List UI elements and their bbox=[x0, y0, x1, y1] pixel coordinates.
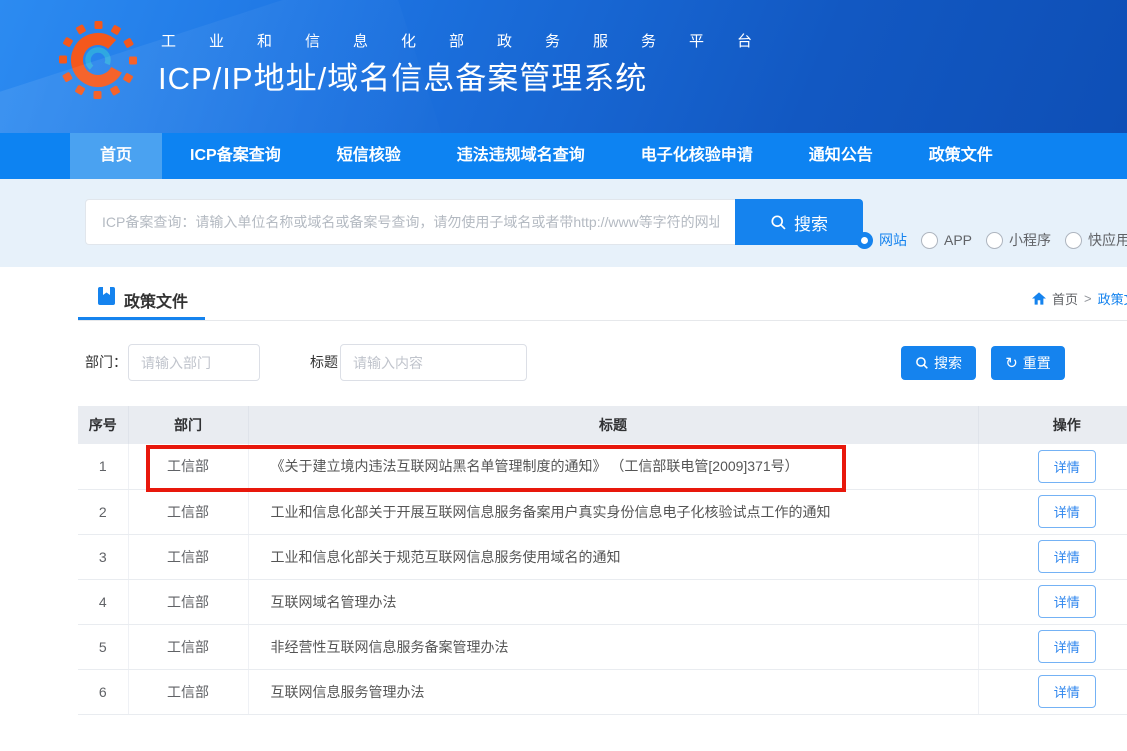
section-divider bbox=[78, 320, 1127, 321]
page: 工业和信息化部政务服务平台 ICP/IP地址/域名信息备案管理系统 首页 ICP… bbox=[0, 0, 1127, 751]
row-dept: 工信部 bbox=[128, 579, 248, 624]
nav-item-e-verify-apply[interactable]: 电子化核验申请 bbox=[613, 133, 781, 179]
table-row: 2 工信部 工业和信息化部关于开展互联网信息服务备案用户真实身份信息电子化核验试… bbox=[78, 489, 1127, 534]
radio-app-label: APP bbox=[944, 232, 972, 248]
header-title: ICP/IP地址/域名信息备案管理系统 bbox=[158, 53, 647, 98]
filter-row: 部门： 标题： 搜索 ↻ 重置 bbox=[0, 322, 1127, 406]
col-header-dept: 部门 bbox=[128, 406, 248, 444]
col-header-title: 标题 bbox=[248, 406, 978, 444]
radio-mini-program[interactable]: 小程序 bbox=[986, 230, 1051, 250]
table-row: 4 工信部 互联网域名管理办法 详情 bbox=[78, 579, 1127, 624]
row-title: 互联网域名管理办法 bbox=[248, 579, 978, 624]
row-dept: 工信部 bbox=[128, 444, 248, 489]
detail-button[interactable]: 详情 bbox=[1038, 495, 1096, 528]
row-no: 1 bbox=[78, 444, 128, 489]
table-row: 3 工信部 工业和信息化部关于规范互联网信息服务使用域名的通知 详情 bbox=[78, 534, 1127, 579]
radio-app[interactable]: APP bbox=[921, 232, 972, 249]
miit-logo-icon bbox=[58, 20, 138, 100]
row-dept: 工信部 bbox=[128, 669, 248, 714]
title-filter-input[interactable] bbox=[340, 344, 527, 381]
table-header-row: 序号 部门 标题 操作 bbox=[78, 406, 1127, 444]
radio-unselected-icon bbox=[921, 232, 938, 249]
table-row: 6 工信部 互联网信息服务管理办法 详情 bbox=[78, 669, 1127, 714]
radio-unselected-icon bbox=[986, 232, 1003, 249]
radio-quick-app-label: 快应用 bbox=[1088, 230, 1127, 250]
icp-search-strip: 搜索 网站 APP 小程序 快应用 bbox=[0, 179, 1127, 267]
row-title: 工业和信息化部关于开展互联网信息服务备案用户真实身份信息电子化核验试点工作的通知 bbox=[248, 489, 978, 534]
breadcrumb-separator: > bbox=[1084, 291, 1092, 306]
row-no: 6 bbox=[78, 669, 128, 714]
section-title: 政策文件 bbox=[124, 288, 188, 312]
detail-button[interactable]: 详情 bbox=[1038, 675, 1096, 708]
radio-unselected-icon bbox=[1065, 232, 1082, 249]
row-dept: 工信部 bbox=[128, 534, 248, 579]
detail-button[interactable]: 详情 bbox=[1038, 540, 1096, 573]
reset-icon: ↻ bbox=[1005, 356, 1018, 371]
search-type-radio-group: 网站 APP 小程序 快应用 bbox=[856, 230, 1127, 250]
col-header-no: 序号 bbox=[78, 406, 128, 444]
detail-button[interactable]: 详情 bbox=[1038, 585, 1096, 618]
radio-selected-icon bbox=[856, 232, 873, 249]
icp-search-box: 搜索 bbox=[85, 199, 863, 245]
breadcrumb-home-link[interactable]: 首页 bbox=[1052, 289, 1078, 308]
radio-website-label: 网站 bbox=[879, 230, 907, 250]
row-no: 3 bbox=[78, 534, 128, 579]
filter-search-label: 搜索 bbox=[934, 353, 962, 373]
filter-reset-label: 重置 bbox=[1023, 353, 1051, 373]
table-row: 1 工信部 《关于建立境内违法互联网站黑名单管理制度的通知》 （工信部联电管[2… bbox=[78, 444, 1127, 489]
row-title: 非经营性互联网信息服务备案管理办法 bbox=[248, 624, 978, 669]
nav-item-announcements[interactable]: 通知公告 bbox=[781, 133, 901, 179]
breadcrumb: 首页 > 政策文件 bbox=[1032, 289, 1127, 308]
row-no: 4 bbox=[78, 579, 128, 624]
nav-item-illegal-domain-query[interactable]: 违法违规域名查询 bbox=[429, 133, 613, 179]
row-no: 5 bbox=[78, 624, 128, 669]
col-header-op: 操作 bbox=[978, 406, 1127, 444]
radio-quick-app[interactable]: 快应用 bbox=[1065, 230, 1127, 250]
icp-search-button[interactable]: 搜索 bbox=[735, 199, 863, 245]
search-button-label: 搜索 bbox=[794, 210, 828, 235]
table-row: 5 工信部 非经营性互联网信息服务备案管理办法 详情 bbox=[78, 624, 1127, 669]
dept-filter-input[interactable] bbox=[128, 344, 260, 381]
dept-filter-label: 部门： bbox=[85, 352, 127, 372]
detail-button[interactable]: 详情 bbox=[1038, 630, 1096, 663]
policy-book-icon bbox=[98, 287, 115, 305]
policy-section-head: 政策文件 首页 > 政策文件 bbox=[0, 267, 1127, 322]
row-title: 工业和信息化部关于规范互联网信息服务使用域名的通知 bbox=[248, 534, 978, 579]
row-title: 互联网信息服务管理办法 bbox=[248, 669, 978, 714]
home-icon bbox=[1032, 292, 1046, 305]
header-subtitle: 工业和信息化部政务服务平台 bbox=[161, 30, 785, 51]
breadcrumb-current[interactable]: 政策文件 bbox=[1098, 289, 1127, 308]
row-dept: 工信部 bbox=[128, 489, 248, 534]
nav-item-policy-files[interactable]: 政策文件 bbox=[901, 133, 1021, 179]
icp-search-input[interactable] bbox=[85, 199, 735, 245]
row-dept: 工信部 bbox=[128, 624, 248, 669]
nav-item-sms-verify[interactable]: 短信核验 bbox=[309, 133, 429, 179]
radio-mini-program-label: 小程序 bbox=[1009, 230, 1051, 250]
filter-reset-button[interactable]: ↻ 重置 bbox=[991, 346, 1065, 380]
search-icon bbox=[770, 214, 787, 231]
row-title: 《关于建立境内违法互联网站黑名单管理制度的通知》 （工信部联电管[2009]37… bbox=[248, 444, 978, 489]
detail-button[interactable]: 详情 bbox=[1038, 450, 1096, 483]
main-nav: 首页 ICP备案查询 短信核验 违法违规域名查询 电子化核验申请 通知公告 政策… bbox=[0, 133, 1127, 179]
nav-item-icp-query[interactable]: ICP备案查询 bbox=[162, 133, 309, 179]
search-icon bbox=[915, 356, 929, 370]
site-header: 工业和信息化部政务服务平台 ICP/IP地址/域名信息备案管理系统 bbox=[0, 0, 1127, 133]
policy-table: 序号 部门 标题 操作 1 工信部 《关于建立境内违法互联网站黑名单管理制度的通… bbox=[78, 406, 1127, 715]
nav-item-home[interactable]: 首页 bbox=[70, 133, 162, 179]
radio-website[interactable]: 网站 bbox=[856, 230, 907, 250]
filter-search-button[interactable]: 搜索 bbox=[901, 346, 976, 380]
row-no: 2 bbox=[78, 489, 128, 534]
